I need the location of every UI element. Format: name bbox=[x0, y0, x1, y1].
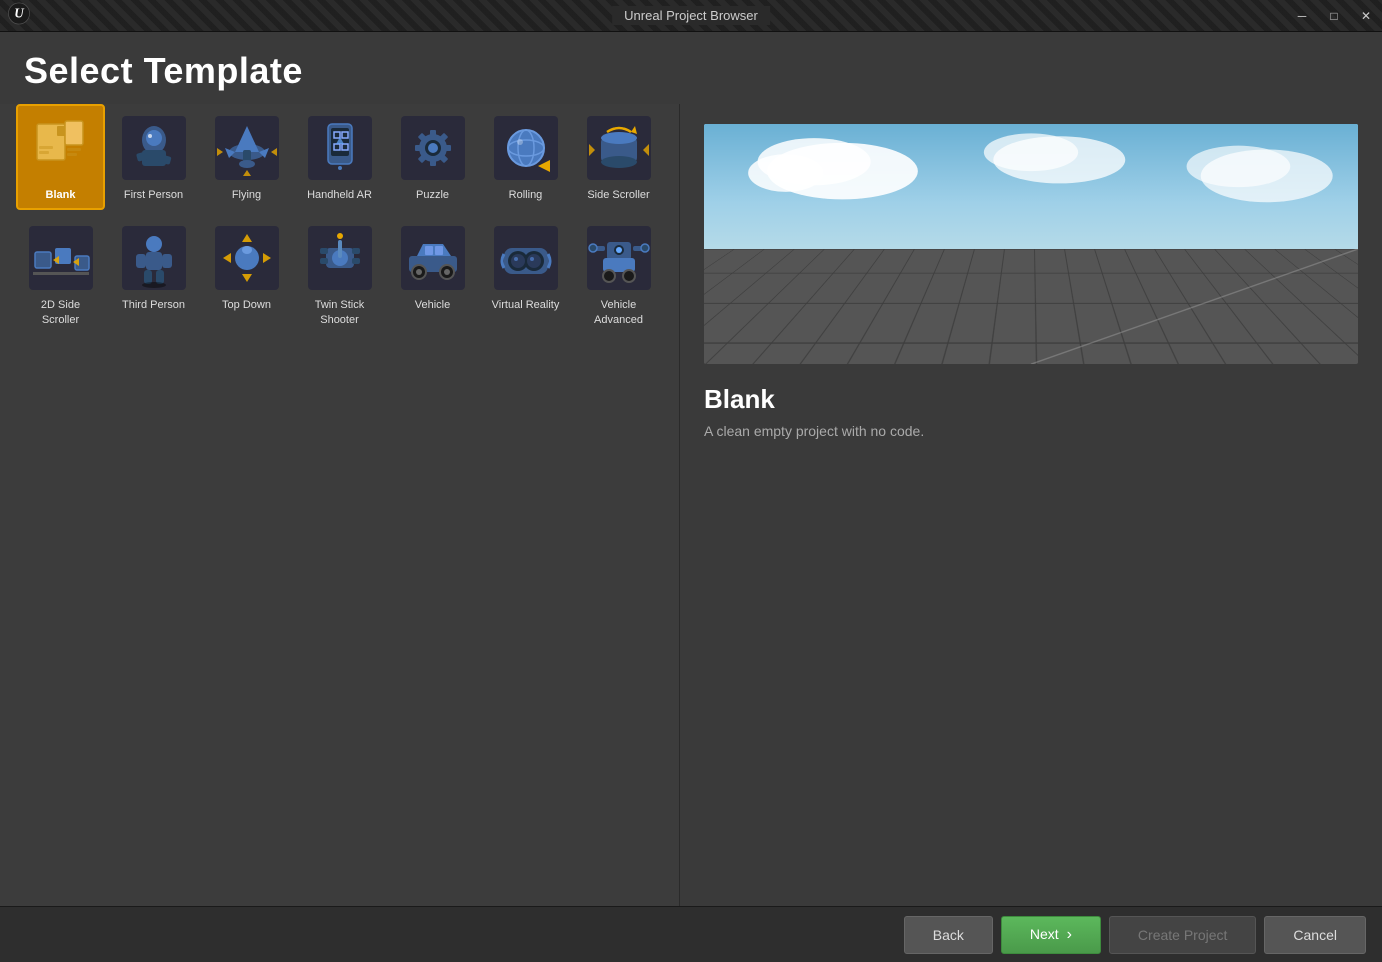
close-button[interactable]: ✕ bbox=[1350, 0, 1382, 32]
template-item-third-person[interactable]: Third Person bbox=[109, 214, 198, 335]
template-item-rolling[interactable]: Rolling bbox=[481, 104, 570, 210]
puzzle-label: Puzzle bbox=[416, 188, 449, 202]
flying-label: Flying bbox=[232, 188, 261, 202]
next-arrow: › bbox=[1067, 926, 1072, 943]
template-item-2d-side-scroller[interactable]: 2D Side Scroller bbox=[16, 214, 105, 335]
rolling-icon-area bbox=[490, 112, 562, 184]
minimize-button[interactable]: ─ bbox=[1286, 0, 1318, 32]
third-person-icon-area bbox=[118, 222, 190, 294]
bottom-bar: Back Next › Create Project Cancel bbox=[0, 906, 1382, 962]
page-title: Select Template bbox=[24, 50, 1358, 92]
unreal-logo: U bbox=[8, 2, 30, 29]
template-grid: Blank Fir bbox=[16, 104, 663, 335]
preview-sky bbox=[704, 124, 1358, 256]
top-down-icon-area bbox=[211, 222, 283, 294]
side-scroller-icon-area bbox=[583, 112, 655, 184]
virtual-reality-icon bbox=[494, 226, 558, 290]
twin-stick-shooter-label: Twin Stick Shooter bbox=[301, 298, 378, 327]
vehicle-advanced-icon-area bbox=[583, 222, 655, 294]
template-item-handheld-ar[interactable]: Handheld AR bbox=[295, 104, 384, 210]
ground-overlay bbox=[704, 249, 1358, 364]
window-controls: ─ □ ✕ bbox=[1286, 0, 1382, 32]
rolling-icon bbox=[494, 116, 558, 180]
twin-stick-shooter-icon-area bbox=[304, 222, 376, 294]
content-area: Blank Fir bbox=[0, 104, 1382, 906]
cancel-button[interactable]: Cancel bbox=[1264, 916, 1366, 954]
template-item-twin-stick-shooter[interactable]: Twin Stick Shooter bbox=[295, 214, 384, 335]
maximize-button[interactable]: □ bbox=[1318, 0, 1350, 32]
blank-icon-area bbox=[25, 112, 97, 184]
preview-template-name: Blank bbox=[704, 384, 1358, 415]
preview-description: A clean empty project with no code. bbox=[704, 423, 1358, 439]
template-item-vehicle-advanced[interactable]: Vehicle Advanced bbox=[574, 214, 663, 335]
blank-label: Blank bbox=[46, 188, 76, 202]
template-item-blank[interactable]: Blank bbox=[16, 104, 105, 210]
virtual-reality-label: Virtual Reality bbox=[492, 298, 560, 312]
third-person-icon bbox=[122, 226, 186, 290]
2d-side-scroller-icon bbox=[29, 226, 93, 290]
next-button-label: Next bbox=[1030, 926, 1059, 942]
template-item-virtual-reality[interactable]: Virtual Reality bbox=[481, 214, 570, 335]
puzzle-icon-area bbox=[397, 112, 469, 184]
template-item-first-person[interactable]: First Person bbox=[109, 104, 198, 210]
side-scroller-icon bbox=[587, 116, 651, 180]
preview-ground bbox=[704, 249, 1358, 364]
preview-image bbox=[704, 124, 1358, 364]
handheld-ar-icon bbox=[308, 116, 372, 180]
vehicle-advanced-icon bbox=[587, 226, 651, 290]
template-item-puzzle[interactable]: Puzzle bbox=[388, 104, 477, 210]
blank-icon bbox=[29, 116, 93, 180]
page-header: Select Template bbox=[0, 32, 1382, 104]
first-person-icon bbox=[122, 116, 186, 180]
top-down-label: Top Down bbox=[222, 298, 271, 312]
template-item-vehicle[interactable]: Vehicle bbox=[388, 214, 477, 335]
handheld-ar-icon-area bbox=[304, 112, 376, 184]
template-item-top-down[interactable]: Top Down bbox=[202, 214, 291, 335]
next-button[interactable]: Next › bbox=[1001, 916, 1101, 954]
window-title: Unreal Project Browser bbox=[612, 6, 770, 25]
2d-side-scroller-label: 2D Side Scroller bbox=[22, 298, 99, 327]
vehicle-icon-area bbox=[397, 222, 469, 294]
top-down-icon bbox=[215, 226, 279, 290]
flying-icon bbox=[215, 116, 279, 180]
first-person-icon-area bbox=[118, 112, 190, 184]
create-project-button: Create Project bbox=[1109, 916, 1256, 954]
preview-clouds bbox=[704, 124, 1358, 256]
template-item-flying[interactable]: Flying bbox=[202, 104, 291, 210]
twin-stick-shooter-icon bbox=[308, 226, 372, 290]
virtual-reality-icon-area bbox=[490, 222, 562, 294]
first-person-label: First Person bbox=[124, 188, 183, 202]
svg-text:U: U bbox=[14, 5, 25, 20]
vehicle-advanced-label: Vehicle Advanced bbox=[580, 298, 657, 327]
template-item-side-scroller[interactable]: Side Scroller bbox=[574, 104, 663, 210]
handheld-ar-label: Handheld AR bbox=[307, 188, 372, 202]
third-person-label: Third Person bbox=[122, 298, 185, 312]
main-content: Select Template bbox=[0, 32, 1382, 962]
vehicle-icon bbox=[401, 226, 465, 290]
back-button[interactable]: Back bbox=[904, 916, 993, 954]
preview-section: Blank A clean empty project with no code… bbox=[680, 104, 1382, 906]
side-scroller-label: Side Scroller bbox=[587, 188, 649, 202]
2d-side-scroller-icon-area bbox=[25, 222, 97, 294]
template-grid-section: Blank Fir bbox=[0, 104, 680, 906]
title-bar: U Unreal Project Browser ─ □ ✕ bbox=[0, 0, 1382, 32]
puzzle-icon bbox=[401, 116, 465, 180]
flying-icon-area bbox=[211, 112, 283, 184]
vehicle-label: Vehicle bbox=[415, 298, 450, 312]
rolling-label: Rolling bbox=[509, 188, 543, 202]
